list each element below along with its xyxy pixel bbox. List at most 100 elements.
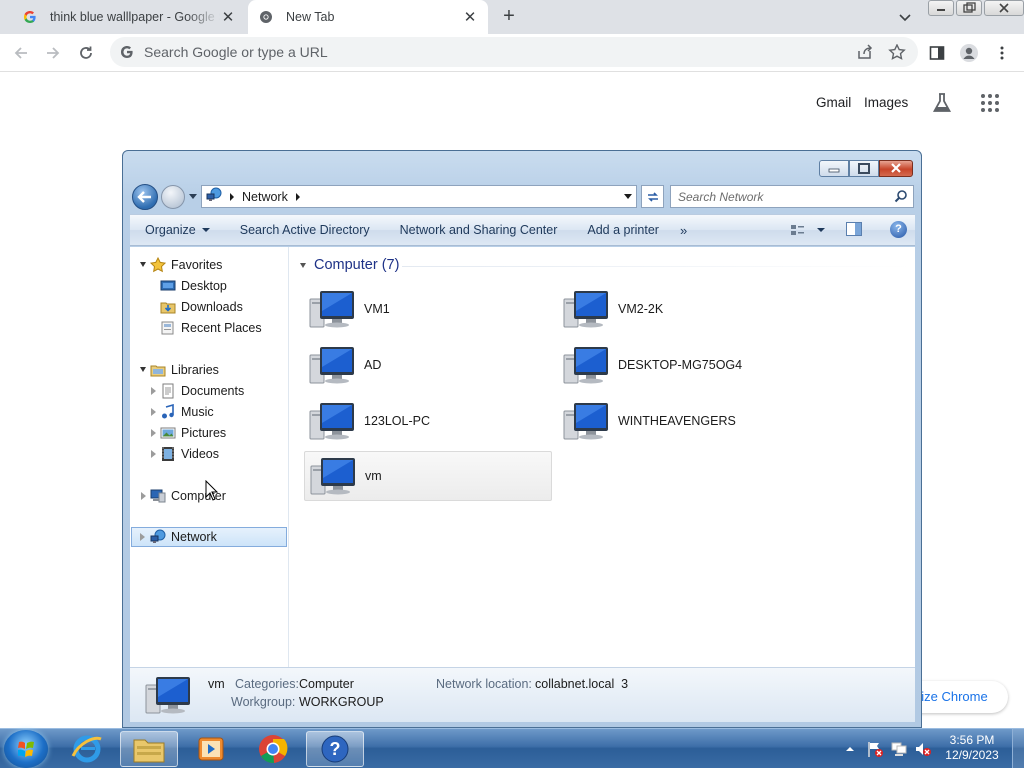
search-network-input[interactable]: Search Network — [670, 185, 914, 208]
group-header-label: Computer (7) — [314, 257, 400, 273]
expanded-arrow-icon[interactable] — [140, 262, 146, 267]
forward-arrow-icon[interactable] — [43, 43, 63, 63]
search-icon[interactable] — [894, 189, 908, 203]
close-tab-icon[interactable]: ✕ — [220, 8, 236, 26]
nav-desktop[interactable]: Desktop — [160, 276, 227, 296]
refresh-icon[interactable] — [641, 185, 664, 208]
restore-icon[interactable] — [956, 0, 982, 16]
nav-videos[interactable]: Videos — [151, 444, 219, 464]
more-commands-chevron[interactable]: » — [674, 223, 693, 238]
recent-pages-dropdown-icon[interactable] — [189, 194, 197, 199]
new-tab-plus-icon[interactable]: + — [498, 6, 520, 28]
add-printer-button[interactable]: Add a printer — [572, 223, 674, 237]
pictures-icon — [160, 425, 176, 441]
system-clock[interactable]: 3:56 PM 12/9/2023 — [940, 733, 1004, 763]
windows-explorer-icon[interactable] — [120, 731, 178, 767]
images-link[interactable]: Images — [864, 95, 908, 110]
address-history-dropdown-icon[interactable] — [624, 194, 632, 199]
minimize-icon[interactable] — [928, 0, 954, 16]
computer-item[interactable]: VM1 — [304, 284, 552, 334]
computer-name: AD — [364, 358, 382, 372]
show-hidden-icons-arrow[interactable] — [843, 729, 857, 768]
maximize-icon[interactable] — [849, 160, 879, 177]
reload-icon[interactable] — [76, 43, 96, 63]
tab-search-chevron-icon[interactable] — [895, 8, 915, 26]
network-computer-icon — [563, 403, 608, 440]
tab-new-tab[interactable]: New Tab ✕ — [248, 0, 488, 34]
volume-muted-icon[interactable] — [913, 729, 933, 768]
group-header-computer[interactable]: Computer (7) — [300, 257, 912, 273]
side-panel-icon[interactable] — [927, 43, 947, 63]
share-icon[interactable] — [856, 44, 874, 60]
google-apps-grid-icon[interactable] — [981, 94, 999, 112]
nav-music[interactable]: Music — [151, 402, 214, 422]
group-collapse-arrow-icon[interactable] — [300, 262, 306, 268]
address-bar[interactable]: Network — [201, 185, 637, 208]
organize-button[interactable]: Organize — [130, 223, 225, 237]
forward-arrow-icon[interactable] — [161, 185, 185, 209]
network-tray-icon[interactable] — [889, 729, 909, 768]
computer-item[interactable]: VM2-2K — [558, 284, 806, 334]
network-location-value: collabnet.local 3 — [535, 677, 629, 691]
nav-network[interactable]: Network — [131, 527, 287, 547]
computer-item-selected[interactable]: vm — [304, 451, 552, 501]
collapsed-arrow-icon[interactable] — [151, 408, 156, 416]
start-orb-icon[interactable] — [4, 730, 48, 768]
omnibox[interactable]: Search Google or type a URL — [110, 37, 918, 67]
collapsed-arrow-icon[interactable] — [151, 450, 156, 458]
network-computer-icon — [309, 347, 354, 384]
show-desktop-button[interactable] — [1012, 729, 1024, 768]
chrome-icon[interactable] — [244, 731, 302, 767]
nav-libraries[interactable]: Libraries — [140, 360, 219, 380]
network-computer-icon — [563, 291, 608, 328]
back-arrow-icon[interactable] — [11, 43, 31, 63]
help-icon[interactable]: ? — [890, 221, 907, 238]
expanded-arrow-icon[interactable] — [140, 367, 146, 372]
computer-item[interactable]: 123LOL-PC — [304, 396, 552, 446]
computer-name: 123LOL-PC — [364, 414, 431, 428]
search-active-directory-button[interactable]: Search Active Directory — [225, 223, 385, 237]
nav-label: Recent Places — [181, 321, 262, 335]
labs-flask-icon[interactable] — [931, 92, 953, 114]
minimize-icon[interactable] — [819, 160, 849, 177]
collapsed-arrow-icon[interactable] — [151, 387, 156, 395]
close-tab-icon[interactable]: ✕ — [462, 8, 478, 26]
documents-icon — [160, 383, 176, 399]
tab-google-search[interactable]: think blue walllpaper - Google S ✕ — [12, 0, 246, 34]
network-sharing-center-button[interactable]: Network and Sharing Center — [385, 223, 573, 237]
action-center-flag-icon[interactable] — [865, 729, 885, 768]
omnibox-placeholder: Search Google or type a URL — [144, 44, 328, 60]
computer-item[interactable]: DESKTOP-MG75OG4 — [558, 340, 806, 390]
media-player-icon[interactable] — [182, 731, 240, 767]
nav-downloads[interactable]: Downloads — [160, 297, 243, 317]
collapsed-arrow-icon[interactable] — [140, 533, 145, 541]
explorer-body: Favorites Desktop Downloads Recent Place… — [130, 247, 915, 667]
profile-avatar-icon[interactable] — [959, 43, 979, 63]
collapsed-arrow-icon[interactable] — [141, 492, 146, 500]
breadcrumb-network[interactable]: Network — [242, 190, 288, 204]
bookmark-star-icon[interactable] — [888, 43, 906, 60]
nav-label: Pictures — [181, 426, 227, 440]
collapsed-arrow-icon[interactable] — [151, 429, 156, 437]
computer-item[interactable]: WINTHEAVENGERS — [558, 396, 806, 446]
workgroup-value: WORKGROUP — [299, 695, 384, 709]
nav-pictures[interactable]: Pictures — [151, 423, 227, 443]
network-computer-icon — [145, 677, 190, 714]
gmail-link[interactable]: Gmail — [816, 95, 851, 110]
nav-documents[interactable]: Documents — [151, 381, 244, 401]
close-window-icon[interactable] — [984, 0, 1024, 16]
help-support-icon[interactable]: ? — [306, 731, 364, 767]
recent-places-icon — [160, 320, 176, 336]
kebab-menu-icon[interactable] — [992, 43, 1012, 63]
nav-label: Libraries — [171, 363, 219, 377]
internet-explorer-icon[interactable] — [58, 731, 116, 767]
nav-favorites[interactable]: Favorites — [140, 255, 222, 275]
back-arrow-icon[interactable] — [132, 184, 158, 210]
computer-item[interactable]: AD — [304, 340, 552, 390]
preview-pane-icon[interactable] — [846, 222, 862, 236]
change-view-icon[interactable] — [790, 222, 826, 238]
nav-label: Videos — [181, 447, 219, 461]
nav-recent-places[interactable]: Recent Places — [160, 318, 262, 338]
close-window-icon[interactable] — [879, 160, 913, 177]
network-sharing-center-label: Network and Sharing Center — [399, 223, 558, 237]
